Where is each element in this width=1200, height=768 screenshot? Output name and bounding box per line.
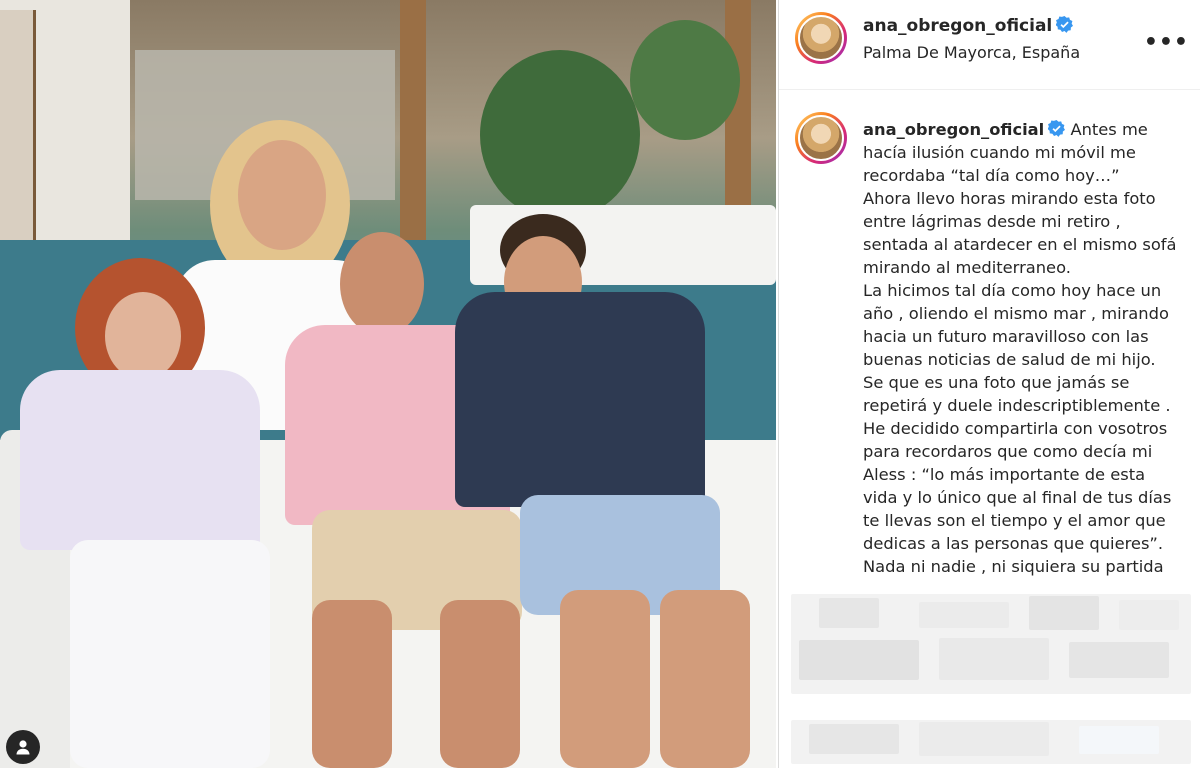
caption-line: dedicas a las personas que quieres”. bbox=[863, 534, 1164, 553]
caption-line: Se que es una foto que jamás se bbox=[863, 373, 1130, 392]
photo-background-tree bbox=[480, 50, 640, 220]
caption-line: Antes me bbox=[1070, 120, 1148, 139]
caption-line: He decidido compartirla con vosotros bbox=[863, 419, 1168, 438]
caption-line: para recordaros que como decía mi bbox=[863, 442, 1153, 461]
caption-line: vida y lo único que al final de tus días bbox=[863, 488, 1172, 507]
more-options-icon[interactable]: ••• bbox=[1144, 30, 1189, 55]
photo-background-pillar bbox=[725, 0, 751, 240]
caption-line: hacia un futuro maravilloso con las bbox=[863, 327, 1149, 346]
caption-line: repetirá y duele indescriptiblemente . bbox=[863, 396, 1171, 415]
photo-background-door bbox=[0, 10, 36, 240]
post-caption: ana_obregon_oficial Antes me hacía ilusi… bbox=[863, 118, 1193, 578]
caption-line: mirando al mediterraneo. bbox=[863, 258, 1071, 277]
post-side-panel: ana_obregon_oficial Palma De Mayorca, Es… bbox=[778, 0, 1200, 768]
user-tag-icon[interactable] bbox=[6, 730, 40, 764]
pixelated-comment-block bbox=[779, 716, 1200, 768]
caption-line: año , oliendo el mismo mar , mirando bbox=[863, 304, 1169, 323]
caption-line: Nada ni nadie , ni siquiera su partida bbox=[863, 557, 1164, 576]
caption-line: Aless : “lo más importante de esta bbox=[863, 465, 1146, 484]
caption-line: hacía ilusión cuando mi móvil me bbox=[863, 143, 1136, 162]
caption-line: La hicimos tal día como hoy hace un bbox=[863, 281, 1162, 300]
caption-line: Ahora llevo horas mirando esta foto bbox=[863, 189, 1156, 208]
header-username[interactable]: ana_obregon_oficial bbox=[863, 16, 1052, 36]
post-photo[interactable] bbox=[0, 0, 776, 768]
header-location[interactable]: Palma De Mayorca, España bbox=[863, 43, 1080, 62]
caption-avatar[interactable] bbox=[795, 112, 847, 164]
caption-line: te llevas son el tiempo y el amor que bbox=[863, 511, 1166, 530]
pixelated-comment-block bbox=[779, 590, 1200, 700]
profile-avatar[interactable] bbox=[795, 12, 847, 64]
caption-line: entre lágrimas desde mi retiro , bbox=[863, 212, 1121, 231]
photo-background-tree bbox=[630, 20, 740, 140]
caption-line: recordaba “tal día como hoy…” bbox=[863, 166, 1120, 185]
verified-badge-icon bbox=[1048, 120, 1066, 137]
caption-username[interactable]: ana_obregon_oficial bbox=[863, 120, 1044, 139]
verified-badge-icon bbox=[1056, 16, 1074, 33]
caption-line: buenas noticias de salud de mi hijo. bbox=[863, 350, 1156, 369]
caption-line: sentada al atardecer en el mismo sofá bbox=[863, 235, 1177, 254]
photo-background-pillar bbox=[400, 0, 426, 240]
post-header: ana_obregon_oficial Palma De Mayorca, Es… bbox=[779, 0, 1200, 90]
